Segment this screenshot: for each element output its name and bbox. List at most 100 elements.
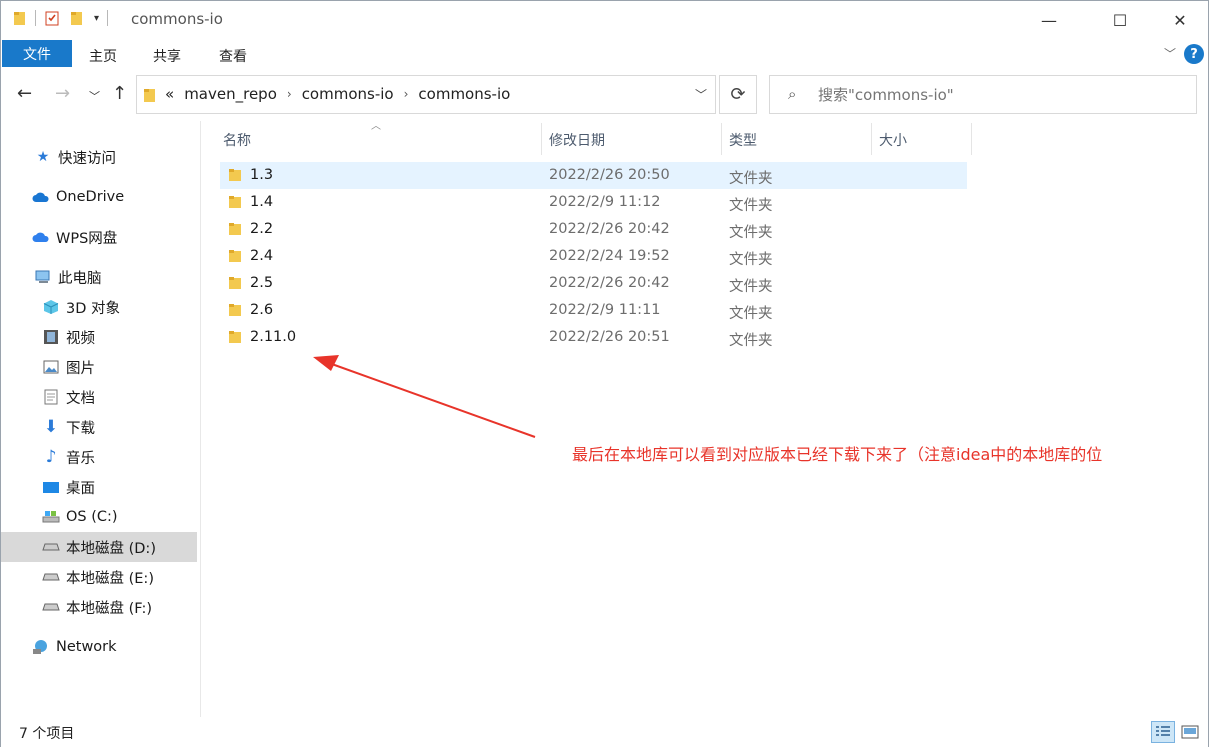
sidebar-item-drive-e[interactable]: 本地磁盘 (E:) <box>1 562 197 592</box>
search-icon: ⌕ <box>788 85 797 103</box>
sidebar-item-label: WPS网盘 <box>56 230 118 247</box>
customize-toolbar-icon[interactable]: ▾ <box>94 13 99 24</box>
details-view-icon <box>1156 726 1170 736</box>
sidebar-item-this-pc[interactable]: 此电脑 <box>1 262 197 292</box>
sidebar-item-documents[interactable]: 文档 <box>1 382 197 412</box>
help-icon[interactable]: ? <box>1184 44 1204 64</box>
breadcrumb-overflow[interactable]: « <box>165 85 174 103</box>
new-folder-icon[interactable] <box>70 10 84 26</box>
expand-ribbon-icon[interactable]: ﹀ <box>1164 45 1176 62</box>
file-type: 文件夹 <box>729 198 773 214</box>
sidebar-item-videos[interactable]: 视频 <box>1 322 197 352</box>
tab-view[interactable]: 查看 <box>219 46 247 66</box>
minimize-button[interactable]: — <box>1026 1 1072 39</box>
sidebar-item-wps[interactable]: WPS网盘 <box>1 222 197 252</box>
sidebar-item-label: 本地磁盘 (F:) <box>66 600 153 617</box>
quick-access-toolbar: ▾ <box>13 10 116 26</box>
annotation-arrow <box>313 355 536 438</box>
sidebar-item-downloads[interactable]: ⬇ 下载 <box>1 412 197 442</box>
maximize-button[interactable]: ☐ <box>1097 1 1143 39</box>
folder-icon <box>229 304 241 316</box>
drive-icon <box>42 568 60 586</box>
file-name: 1.3 <box>250 167 274 183</box>
sidebar-item-onedrive[interactable]: OneDrive <box>1 182 197 212</box>
folder-icon <box>229 277 241 289</box>
music-icon: ♪ <box>45 447 57 467</box>
chevron-down-icon[interactable]: ﹀ <box>695 86 707 103</box>
sidebar-item-quick-access[interactable]: ★ 快速访问 <box>1 142 197 172</box>
breadcrumb: « maven_repo › commons-io › commons-io <box>165 85 520 103</box>
annotation-note: 最后在本地库可以看到对应版本已经下载下来了（注意idea中的本地库的位 <box>572 445 1103 464</box>
table-row[interactable]: 2.2 2022/2/26 20:42 文件夹 <box>220 216 967 243</box>
back-icon[interactable]: ← <box>17 83 32 104</box>
sidebar-item-label: 图片 <box>66 360 95 377</box>
table-row[interactable]: 2.4 2022/2/24 19:52 文件夹 <box>220 243 967 270</box>
table-row[interactable]: 2.6 2022/2/9 11:11 文件夹 <box>220 297 967 324</box>
large-icons-view-button[interactable] <box>1178 721 1202 743</box>
file-type: 文件夹 <box>729 225 773 241</box>
sidebar-item-pictures[interactable]: 图片 <box>1 352 197 382</box>
refresh-button[interactable]: ⟳ <box>719 75 757 114</box>
tab-file[interactable]: 文件 <box>2 40 72 67</box>
folder-icon <box>229 331 241 343</box>
table-row[interactable]: 2.5 2022/2/26 20:42 文件夹 <box>220 270 967 297</box>
sidebar-item-network[interactable]: Network <box>1 632 197 662</box>
sidebar-item-label: OneDrive <box>56 189 125 205</box>
column-header-date[interactable]: 修改日期 <box>549 130 605 150</box>
forward-icon[interactable]: → <box>55 83 70 104</box>
sidebar-item-label: 音乐 <box>66 450 95 467</box>
folder-icon <box>144 89 155 102</box>
file-name: 2.11.0 <box>250 329 297 345</box>
recent-locations-icon[interactable]: ﹀ <box>89 88 100 104</box>
table-row[interactable]: 1.3 2022/2/26 20:50 文件夹 <box>220 162 967 189</box>
file-type: 文件夹 <box>729 306 773 322</box>
sidebar-item-label: 桌面 <box>66 480 95 497</box>
folder-icon <box>229 169 241 181</box>
column-header-type[interactable]: 类型 <box>729 130 757 150</box>
tab-share[interactable]: 共享 <box>153 46 181 66</box>
table-row[interactable]: 1.4 2022/2/9 11:12 文件夹 <box>220 189 967 216</box>
title-bar: ▾ commons-io — ☐ ✕ <box>1 1 1208 39</box>
details-view-button[interactable] <box>1151 721 1175 743</box>
properties-icon[interactable] <box>44 10 60 26</box>
column-divider[interactable] <box>971 123 972 155</box>
search-input[interactable] <box>818 84 1178 106</box>
column-divider[interactable] <box>721 123 722 155</box>
breadcrumb-item[interactable]: commons-io <box>418 85 510 103</box>
sidebar-item-music[interactable]: ♪ 音乐 <box>1 442 197 472</box>
column-divider[interactable] <box>541 123 542 155</box>
file-type: 文件夹 <box>729 279 773 295</box>
tab-home[interactable]: 主页 <box>89 46 117 66</box>
sidebar-item-drive-f[interactable]: 本地磁盘 (F:) <box>1 592 197 622</box>
sidebar-item-drive-d[interactable]: 本地磁盘 (D:) <box>1 532 197 562</box>
drive-icon <box>42 538 60 556</box>
column-divider[interactable] <box>871 123 872 155</box>
item-count: 7 个项目 <box>19 726 75 742</box>
cloud-icon <box>32 188 50 206</box>
breadcrumb-item[interactable]: maven_repo <box>184 85 277 103</box>
search-box[interactable]: ⌕ <box>769 75 1197 114</box>
file-type: 文件夹 <box>729 333 773 349</box>
close-button[interactable]: ✕ <box>1157 1 1203 39</box>
ribbon-tabs: 文件 主页 共享 查看 ﹀ ? <box>1 39 1208 69</box>
address-bar[interactable]: « maven_repo › commons-io › commons-io ﹀ <box>136 75 716 114</box>
divider <box>107 10 109 26</box>
column-header-size[interactable]: 大小 <box>879 130 907 150</box>
sidebar-item-desktop[interactable]: 桌面 <box>1 472 197 502</box>
sidebar-item-label: OS (C:) <box>66 509 118 525</box>
sidebar-item-label: 下载 <box>66 420 95 437</box>
cloud-icon <box>32 228 50 246</box>
network-icon <box>32 638 50 656</box>
status-bar: 7 个项目 <box>1 717 1208 747</box>
up-icon[interactable]: ↑ <box>112 83 127 104</box>
breadcrumb-item[interactable]: commons-io <box>302 85 394 103</box>
chevron-right-icon[interactable]: › <box>287 87 292 101</box>
folder-icon <box>229 250 241 262</box>
sidebar-item-drive-c[interactable]: OS (C:) <box>1 502 197 532</box>
chevron-right-icon[interactable]: › <box>404 87 409 101</box>
sidebar-item-label: 快速访问 <box>58 150 116 167</box>
sidebar-item-3d-objects[interactable]: 3D 对象 <box>1 292 197 322</box>
column-header-name[interactable]: 名称 <box>223 130 251 150</box>
column-headers: ︿ 名称 修改日期 类型 大小 <box>221 121 972 157</box>
sidebar-item-label: 本地磁盘 (D:) <box>66 540 156 557</box>
